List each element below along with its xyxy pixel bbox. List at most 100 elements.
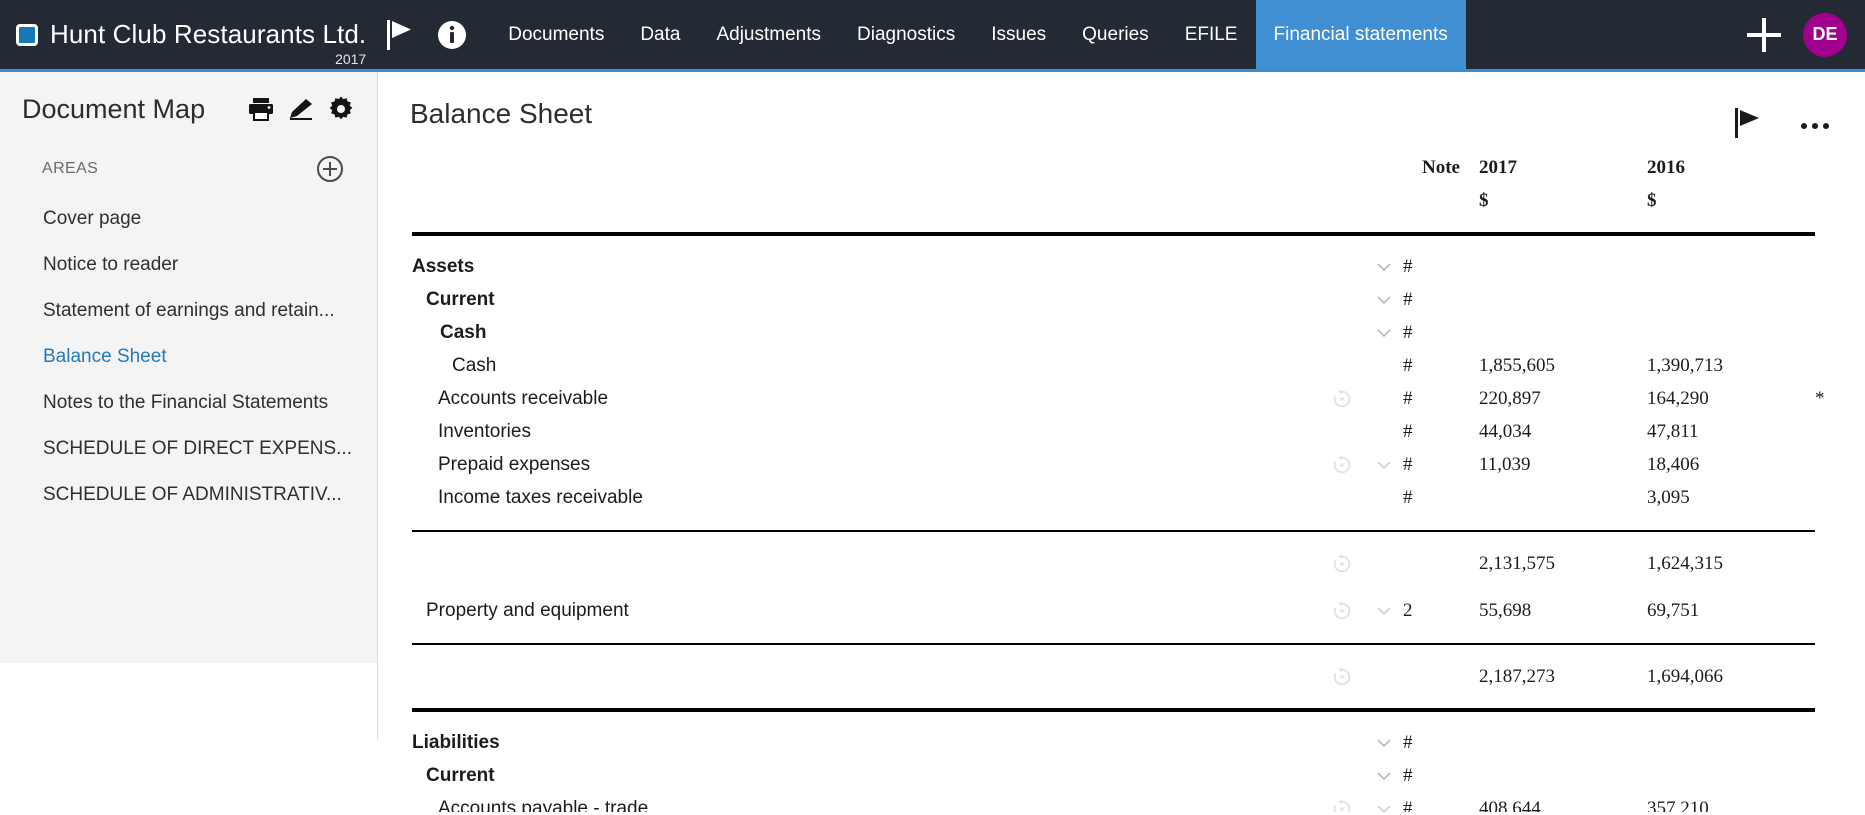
column-header-year-2017: 2017 — [1479, 151, 1647, 184]
row-label-inventories: Inventories — [412, 415, 1331, 448]
row-2017-current-assets — [1479, 283, 1647, 316]
sidebar-item-cover-page[interactable]: Cover page — [0, 196, 377, 242]
table-header-row: Note 2017 2016 — [412, 151, 1845, 184]
history-restore-icon[interactable] — [1331, 382, 1377, 415]
app-square-icon — [16, 24, 38, 46]
asterisk-marker: * — [1815, 382, 1845, 415]
row-2016-prepaid-expenses[interactable]: 18,406 — [1647, 448, 1815, 481]
history-restore-icon[interactable] — [1331, 792, 1377, 812]
brand-block: Hunt Club Restaurants Ltd. 2017 — [0, 0, 374, 69]
gear-icon[interactable] — [321, 92, 361, 126]
sidebar-item-notice-to-reader[interactable]: Notice to reader — [0, 242, 377, 288]
row-note-liabilities: # — [1403, 726, 1479, 759]
table-row[interactable]: Accounts receivable # 220,897 164,290 * — [412, 382, 1845, 415]
flag-icon[interactable] — [374, 0, 426, 69]
row-2017-cash[interactable]: 1,855,605 — [1479, 349, 1647, 382]
row-2016-property-and-equipment[interactable]: 69,751 — [1647, 594, 1815, 627]
nav-item-financial-statements[interactable]: Financial statements — [1256, 0, 1466, 69]
row-2016-cash[interactable]: 1,390,713 — [1647, 349, 1815, 382]
row-2017-current-liabilities — [1479, 759, 1647, 792]
nav-item-documents[interactable]: Documents — [490, 0, 622, 69]
chevron-down-icon[interactable] — [1377, 792, 1403, 812]
table-row[interactable]: Current # — [412, 283, 1845, 316]
row-note-cash-group: # — [1403, 316, 1479, 349]
chevron-down-icon[interactable] — [1377, 759, 1403, 792]
nav-item-diagnostics[interactable]: Diagnostics — [839, 0, 973, 69]
nav-item-issues[interactable]: Issues — [973, 0, 1064, 69]
table-row[interactable]: Income taxes receivable # 3,095 — [412, 481, 1845, 514]
row-note-prepaid-expenses: # — [1403, 448, 1479, 481]
row-label-accounts-payable-trade: Accounts payable - trade — [412, 792, 1331, 812]
areas-header: AREAS — [0, 134, 377, 192]
row-note-accounts-receivable: # — [1403, 382, 1479, 415]
row-2017-property-and-equipment[interactable]: 55,698 — [1479, 594, 1647, 627]
row-2017-accounts-payable-trade[interactable]: 408,644 — [1479, 792, 1647, 812]
info-icon[interactable] — [426, 0, 478, 69]
row-note-property-and-equipment[interactable]: 2 — [1403, 594, 1479, 627]
sidebar-item-schedule-of-administrative[interactable]: SCHEDULE OF ADMINISTRATIV... — [0, 472, 377, 518]
chevron-down-icon[interactable] — [1377, 250, 1403, 283]
row-2016-liabilities — [1647, 726, 1815, 759]
row-label-cash-group: Cash — [412, 316, 1331, 349]
avatar[interactable]: DE — [1803, 13, 1847, 57]
chevron-down-icon[interactable] — [1377, 283, 1403, 316]
column-header-note: Note — [1403, 151, 1479, 184]
nav-item-data[interactable]: Data — [622, 0, 698, 69]
row-note-current-liabilities: # — [1403, 759, 1479, 792]
total-2016-assets: 1,694,066 — [1647, 660, 1815, 693]
print-icon[interactable] — [241, 92, 281, 126]
sidebar-item-balance-sheet[interactable]: Balance Sheet — [0, 334, 377, 380]
table-row[interactable]: Cash # 1,855,605 1,390,713 — [412, 349, 1845, 382]
row-label-assets: Assets — [412, 250, 1331, 283]
ellipsis-icon[interactable] — [1799, 117, 1831, 135]
row-2016-inventories[interactable]: 47,811 — [1647, 415, 1815, 448]
document-map-sidebar: Document Map — [0, 72, 378, 735]
sidebar-item-notes-to-financial-statements[interactable]: Notes to the Financial Statements — [0, 380, 377, 426]
table-row[interactable]: 2,187,273 1,694,066 — [412, 660, 1845, 693]
history-restore-icon[interactable] — [1331, 594, 1377, 627]
nav-item-queries[interactable]: Queries — [1064, 0, 1167, 69]
sidebar-item-statement-of-earnings[interactable]: Statement of earnings and retain... — [0, 288, 377, 334]
areas-label: AREAS — [42, 160, 98, 178]
table-row[interactable]: Inventories # 44,034 47,811 — [412, 415, 1845, 448]
column-unit-2016: $ — [1647, 184, 1815, 217]
rule-thick-assets-end — [412, 693, 1845, 726]
main-nav: Documents Data Adjustments Diagnostics I… — [490, 0, 1466, 69]
rule-subtotal-current-assets — [412, 514, 1845, 547]
table-row[interactable]: Assets # — [412, 250, 1845, 283]
history-restore-icon[interactable] — [1331, 448, 1377, 481]
chevron-down-icon[interactable] — [1377, 726, 1403, 759]
sidebar-item-schedule-of-direct-expenses[interactable]: SCHEDULE OF DIRECT EXPENS... — [0, 426, 377, 472]
row-2017-prepaid-expenses[interactable]: 11,039 — [1479, 448, 1647, 481]
circle-plus-icon[interactable] — [317, 156, 343, 182]
row-2017-income-taxes-receivable[interactable] — [1479, 481, 1647, 514]
table-row[interactable]: Current # — [412, 759, 1845, 792]
nav-item-adjustments[interactable]: Adjustments — [698, 0, 839, 69]
table-row[interactable]: Liabilities # — [412, 726, 1845, 759]
table-row[interactable]: Cash # — [412, 316, 1845, 349]
table-row[interactable]: Accounts payable - trade # 408,644 357,2… — [412, 792, 1845, 812]
plus-icon[interactable] — [1747, 18, 1781, 52]
pencil-icon[interactable] — [281, 92, 321, 126]
row-2016-income-taxes-receivable[interactable]: 3,095 — [1647, 481, 1815, 514]
flag-icon[interactable] — [1735, 108, 1761, 143]
fiscal-year-label: 2017 — [335, 51, 366, 67]
chevron-down-icon[interactable] — [1377, 594, 1403, 627]
chevron-down-icon[interactable] — [1377, 316, 1403, 349]
row-2017-inventories[interactable]: 44,034 — [1479, 415, 1647, 448]
row-2016-cash-group — [1647, 316, 1815, 349]
history-restore-icon[interactable] — [1331, 547, 1377, 580]
table-row[interactable]: Property and equipment 2 55,698 69,751 — [412, 594, 1845, 627]
document-pane: Balance Sheet — [378, 72, 1865, 812]
chevron-down-icon[interactable] — [1377, 448, 1403, 481]
row-2017-accounts-receivable[interactable]: 220,897 — [1479, 382, 1647, 415]
table-row[interactable]: 2,131,575 1,624,315 — [412, 547, 1845, 580]
company-name: Hunt Club Restaurants Ltd. — [50, 19, 366, 50]
row-2016-accounts-payable-trade[interactable]: 357,210 — [1647, 792, 1815, 812]
app-body: Document Map — [0, 72, 1865, 812]
nav-item-efile[interactable]: EFILE — [1167, 0, 1256, 69]
history-restore-icon[interactable] — [1331, 660, 1377, 693]
row-note-accounts-payable-trade: # — [1403, 792, 1479, 812]
row-2016-accounts-receivable[interactable]: 164,290 — [1647, 382, 1815, 415]
table-row[interactable]: Prepaid expenses # 11,039 18,406 — [412, 448, 1845, 481]
